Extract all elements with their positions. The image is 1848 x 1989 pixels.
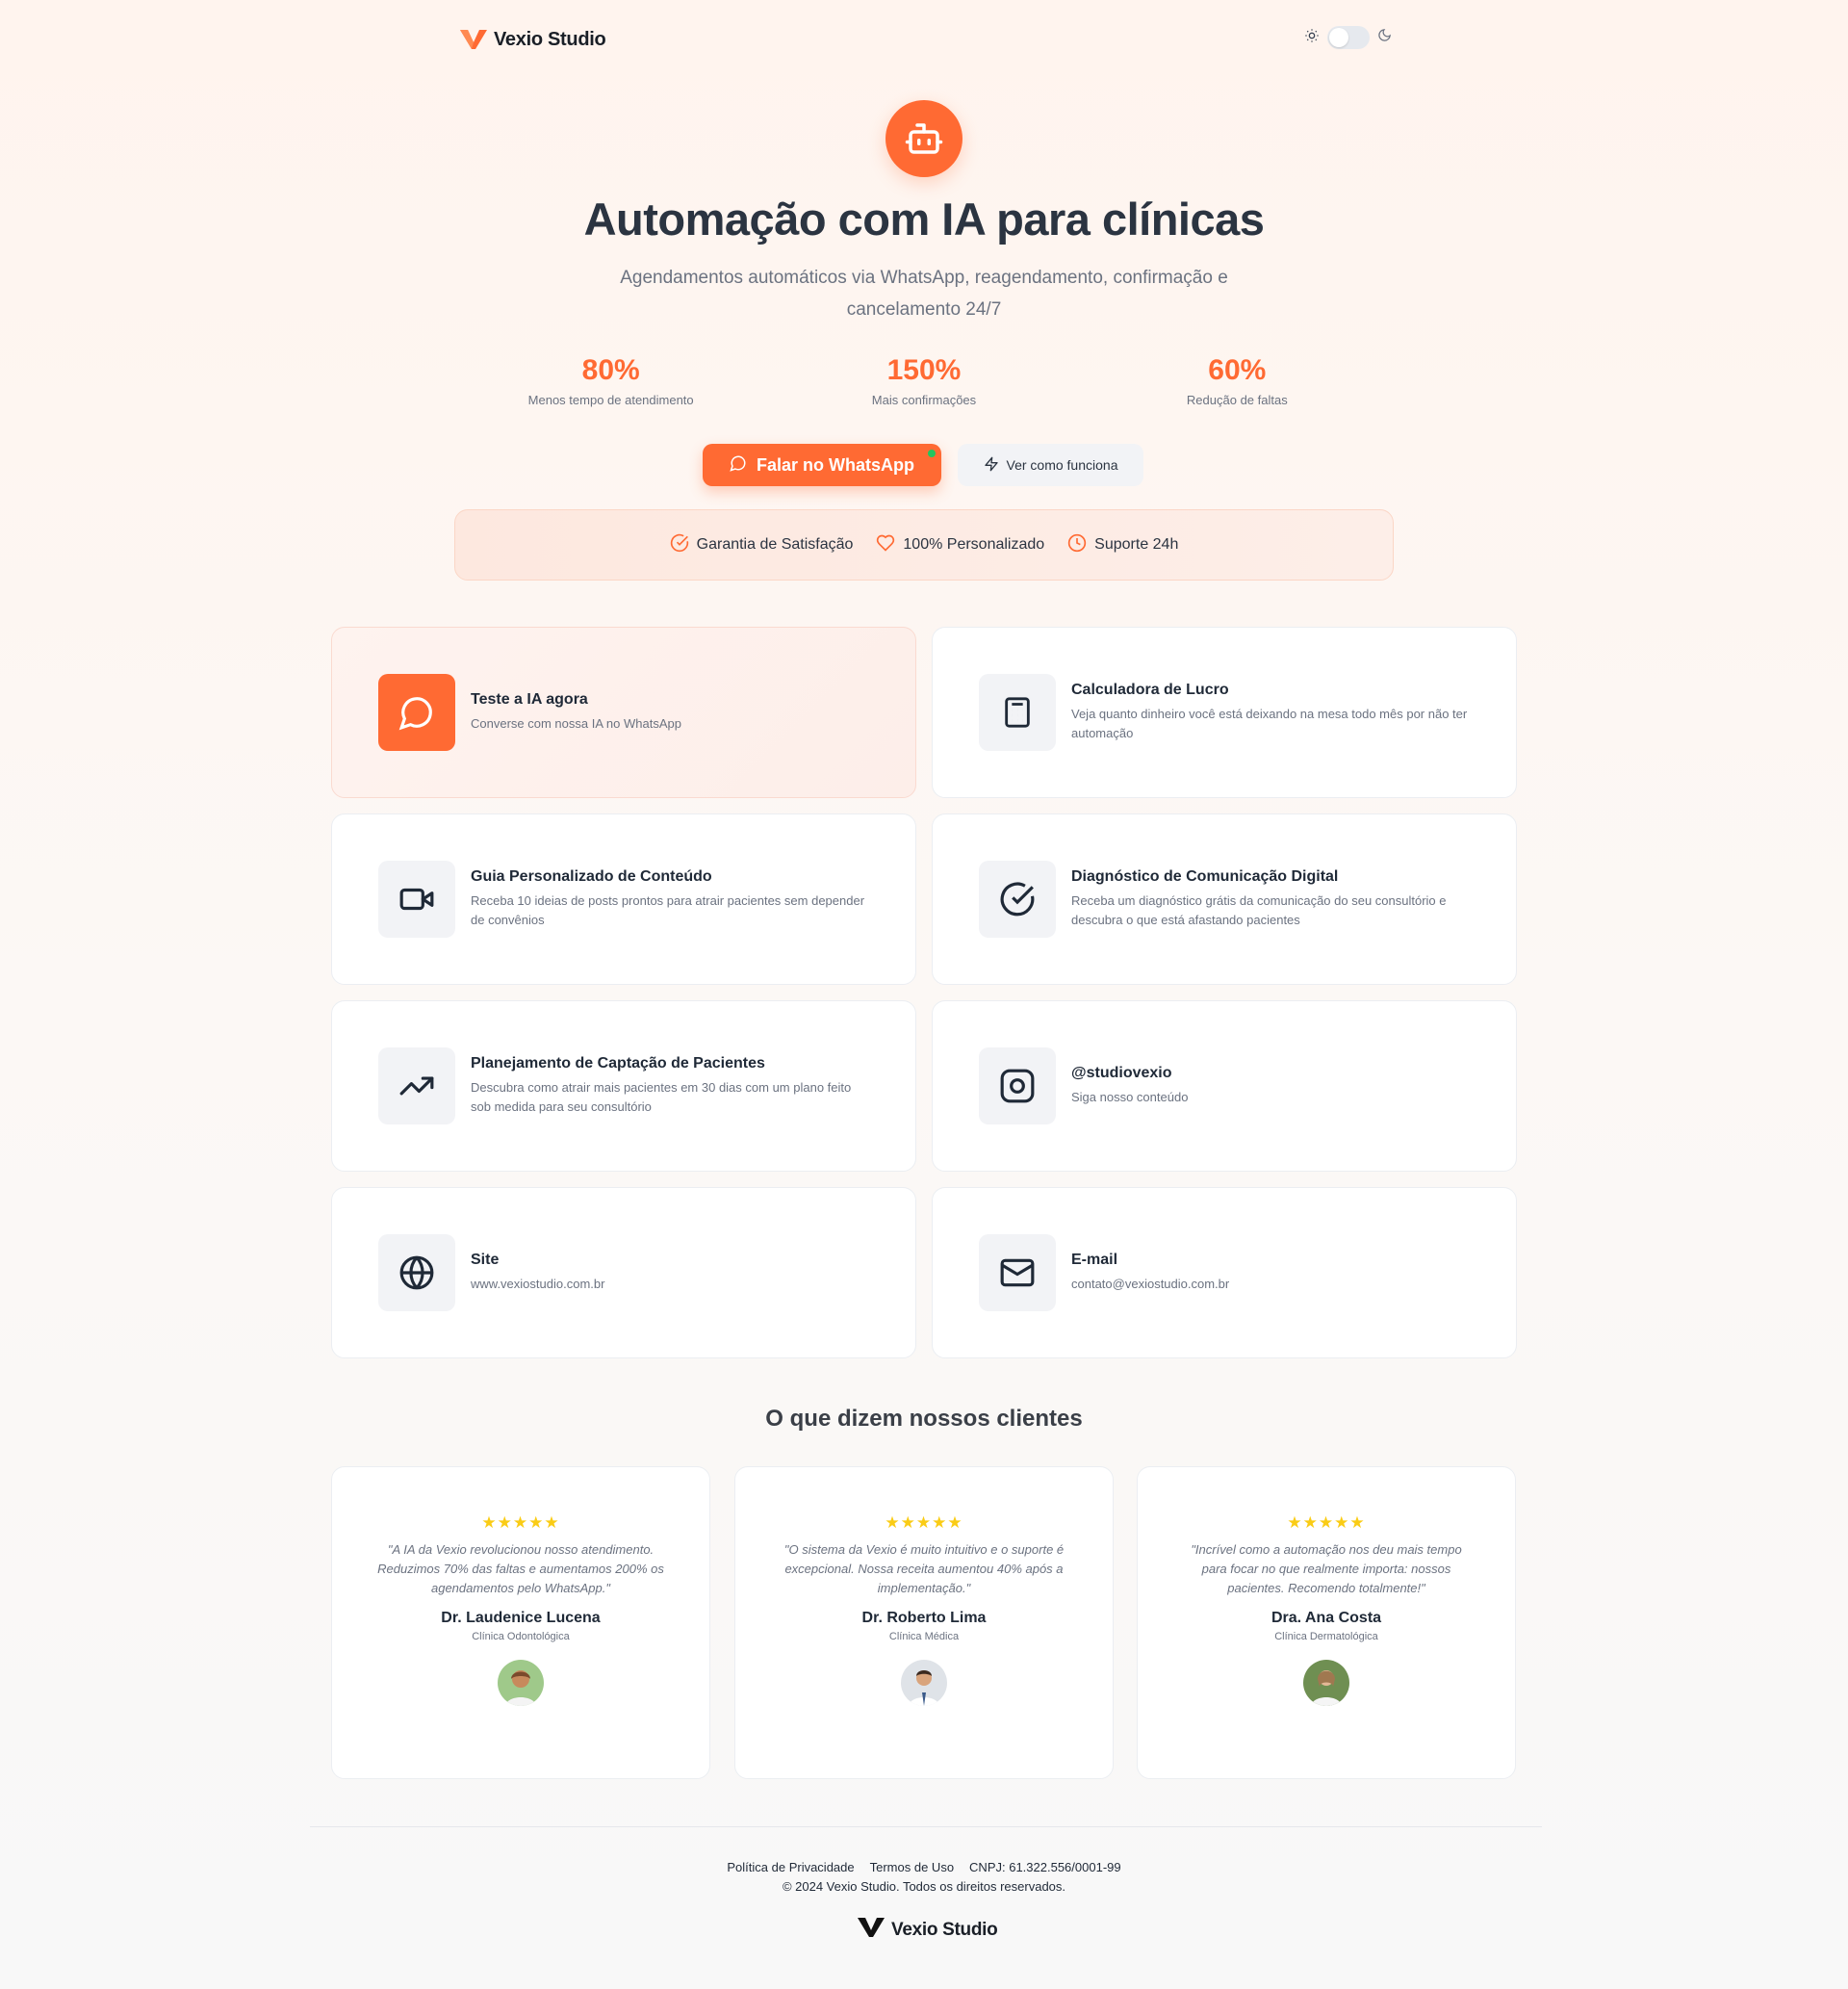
- testimonial-card: ★★★★★ "O sistema da Vexio é muito intuit…: [734, 1466, 1114, 1779]
- testimonial-role: Clínica Dermatológica: [1274, 1631, 1378, 1642]
- card-desc: Receba um diagnóstico grátis da comunica…: [1071, 893, 1447, 927]
- stat-item: 60% Redução de faltas: [1081, 354, 1394, 407]
- stat-item: 80% Menos tempo de atendimento: [454, 354, 767, 407]
- hero-subtitle: Agendamentos automáticos via WhatsApp, r…: [620, 268, 1228, 320]
- sun-icon: [1304, 28, 1320, 48]
- card-desc: www.vexiostudio.com.br: [471, 1277, 605, 1291]
- clock-icon: [1067, 533, 1087, 557]
- stat-value: 60%: [1208, 354, 1267, 386]
- calculator-icon: [979, 674, 1056, 751]
- card-content-guide[interactable]: Guia Personalizado de Conteúdo Receba 10…: [331, 814, 916, 985]
- trending-up-icon: [378, 1047, 455, 1124]
- vexio-logo-icon: [857, 1916, 886, 1944]
- video-icon: [378, 861, 455, 938]
- testimonial-quote: "Incrível como a automação nos deu mais …: [1191, 1542, 1462, 1595]
- card-email[interactable]: E-mail contato@vexiostudio.com.br: [932, 1187, 1517, 1358]
- stat-value: 150%: [886, 354, 962, 386]
- whatsapp-button[interactable]: Falar no WhatsApp: [703, 444, 941, 486]
- card-title: Site: [471, 1252, 500, 1268]
- moon-icon: [1377, 28, 1392, 47]
- heart-icon: [876, 533, 895, 557]
- bot-icon: [886, 100, 962, 177]
- badge-guarantee: Garantia de Satisfação: [670, 533, 854, 557]
- stat-item: 150% Mais confirmações: [767, 354, 1080, 407]
- theme-switch-knob: [1329, 28, 1348, 47]
- stat-value: 80%: [581, 354, 640, 386]
- instagram-icon: [979, 1047, 1056, 1124]
- card-title: Diagnóstico de Comunicação Digital: [1071, 868, 1339, 885]
- card-title: Guia Personalizado de Conteúdo: [471, 868, 712, 885]
- testimonial-quote: "A IA da Vexio revolucionou nosso atendi…: [377, 1542, 664, 1595]
- testimonial-name: Dr. Roberto Lima: [861, 1610, 987, 1626]
- card-communication-diagnosis[interactable]: Diagnóstico de Comunicação Digital Receb…: [932, 814, 1517, 985]
- card-website[interactable]: Site www.vexiostudio.com.br: [331, 1187, 916, 1358]
- testimonial-quote: "O sistema da Vexio é muito intuitivo e …: [783, 1542, 1065, 1595]
- card-profit-calculator[interactable]: Calculadora de Lucro Veja quanto dinheir…: [932, 627, 1517, 798]
- testimonial-name: Dr. Laudenice Lucena: [441, 1610, 601, 1626]
- copyright-text: © 2024 Vexio Studio. Todos os direitos r…: [782, 1879, 1066, 1894]
- avatar: [498, 1660, 544, 1706]
- testimonial-card: ★★★★★ "A IA da Vexio revolucionou nosso …: [331, 1466, 710, 1779]
- stat-label: Menos tempo de atendimento: [527, 393, 694, 407]
- lightning-icon: [984, 456, 999, 475]
- theme-toggle[interactable]: [1304, 26, 1392, 49]
- brand-name: Vexio Studio: [494, 28, 606, 50]
- badge-label: Suporte 24h: [1094, 536, 1179, 553]
- card-desc: Receba 10 ideias de posts prontos para a…: [471, 893, 865, 927]
- card-desc: Descubra como atrair mais pacientes em 3…: [471, 1080, 852, 1114]
- testimonial-role: Clínica Odontológica: [472, 1631, 570, 1642]
- mail-icon: [979, 1234, 1056, 1311]
- testimonial-role: Clínica Médica: [888, 1631, 960, 1642]
- vexio-logo-icon: [459, 28, 488, 51]
- check-circle-icon: [979, 861, 1056, 938]
- footer-brand-name: Vexio Studio: [891, 1919, 998, 1940]
- star-rating: ★★★★★: [1287, 1513, 1366, 1532]
- badge-support: Suporte 24h: [1067, 533, 1178, 557]
- badge-personalized: 100% Personalizado: [876, 533, 1044, 557]
- privacy-policy-link[interactable]: Política de Privacidade: [727, 1860, 854, 1874]
- terms-link[interactable]: Termos de Uso: [870, 1860, 954, 1874]
- testimonial-name: Dra. Ana Costa: [1270, 1610, 1382, 1626]
- card-title: Calculadora de Lucro: [1071, 682, 1229, 698]
- card-test-ai[interactable]: Teste a IA agora Converse com nossa IA n…: [331, 627, 916, 798]
- footer-links: Política de Privacidade Termos de Uso CN…: [0, 1860, 1848, 1874]
- whatsapp-button-label: Falar no WhatsApp: [756, 454, 914, 475]
- stat-label: Redução de faltas: [1186, 393, 1288, 407]
- online-indicator: [928, 450, 936, 457]
- check-circle-icon: [670, 533, 689, 557]
- header-logo[interactable]: Vexio Studio: [459, 25, 606, 54]
- cnpj-text: CNPJ: 61.322.556/0001-99: [969, 1860, 1121, 1874]
- testimonials-title: O que dizem nossos clientes: [765, 1406, 1083, 1432]
- card-desc: Veja quanto dinheiro você está deixando …: [1071, 707, 1468, 740]
- chat-bubble-icon: [730, 454, 747, 477]
- card-instagram[interactable]: @studiovexio Siga nosso conteúdo: [932, 1000, 1517, 1172]
- avatar: [901, 1660, 947, 1706]
- page-title: Automação com IA para clínicas: [583, 194, 1265, 245]
- card-title: @studiovexio: [1071, 1065, 1172, 1081]
- chat-bubble-icon: [378, 674, 455, 751]
- how-it-works-button[interactable]: Ver como funciona: [958, 444, 1143, 486]
- footer-logo[interactable]: Vexio Studio: [857, 1916, 998, 1944]
- testimonial-card: ★★★★★ "Incrível como a automação nos deu…: [1137, 1466, 1516, 1779]
- theme-switch[interactable]: [1327, 26, 1370, 49]
- card-patient-planning[interactable]: Planejamento de Captação de Pacientes De…: [331, 1000, 916, 1172]
- avatar: [1303, 1660, 1349, 1706]
- trust-badges: Garantia de Satisfação 100% Personalizad…: [454, 509, 1394, 581]
- stat-label: Mais confirmações: [871, 393, 977, 407]
- star-rating: ★★★★★: [481, 1513, 560, 1532]
- card-desc: Siga nosso conteúdo: [1071, 1090, 1189, 1104]
- badge-label: 100% Personalizado: [903, 536, 1045, 553]
- star-rating: ★★★★★: [885, 1513, 963, 1532]
- card-title: Planejamento de Captação de Pacientes: [471, 1055, 765, 1072]
- stats-row: 80% Menos tempo de atendimento 150% Mais…: [454, 354, 1394, 407]
- card-desc: contato@vexiostudio.com.br: [1071, 1277, 1230, 1291]
- globe-icon: [378, 1234, 455, 1311]
- card-title: Teste a IA agora: [471, 691, 588, 708]
- badge-label: Garantia de Satisfação: [696, 536, 854, 553]
- footer-divider: [310, 1826, 1542, 1827]
- how-it-works-label: Ver como funciona: [1006, 457, 1118, 473]
- card-desc: Converse com nossa IA no WhatsApp: [471, 716, 681, 731]
- card-title: E-mail: [1071, 1252, 1118, 1268]
